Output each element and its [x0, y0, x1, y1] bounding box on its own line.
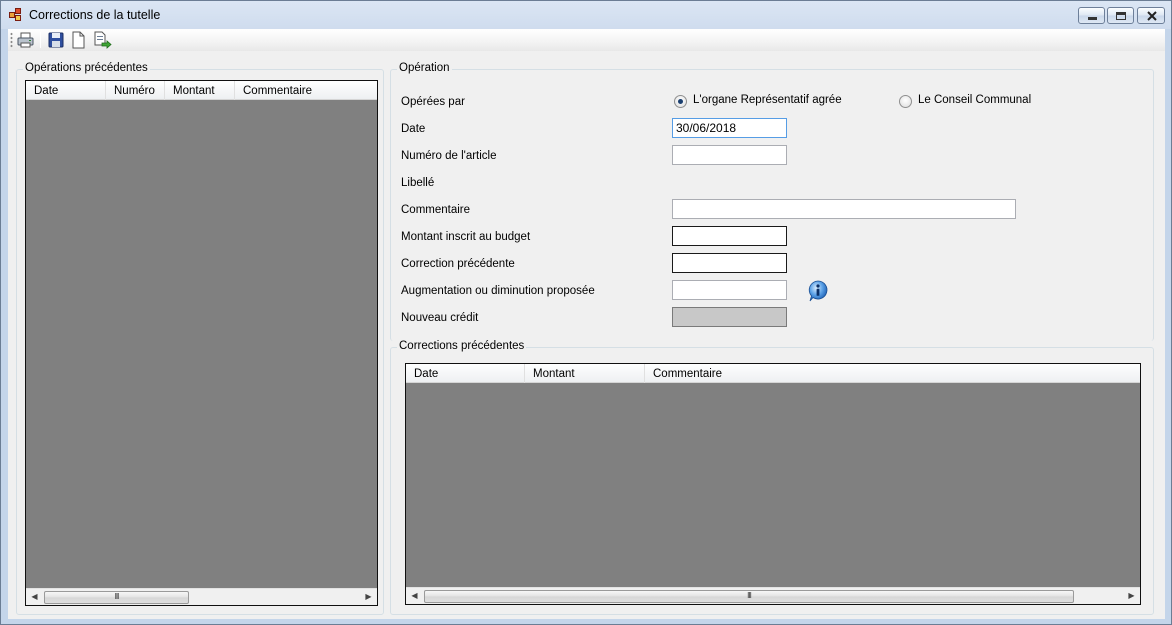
- grid-header: Date Montant Commentaire: [406, 364, 1140, 383]
- previous-corrections-title: Corrections précédentes: [397, 340, 527, 352]
- export-button[interactable]: [92, 30, 112, 50]
- title-bar[interactable]: Corrections de la tutelle: [1, 1, 1171, 29]
- close-button[interactable]: [1137, 7, 1165, 24]
- minimize-icon: [1088, 17, 1097, 20]
- scroll-right-icon[interactable]: ▶: [360, 589, 377, 605]
- app-icon: [9, 8, 23, 22]
- previous-operations-title: Opérations précédentes: [23, 62, 150, 74]
- grid-header: Date Numéro Montant Commentaire: [26, 81, 377, 100]
- previous-correction-label: Correction précédente: [401, 258, 515, 270]
- libelle-label: Libellé: [401, 177, 435, 189]
- horizontal-scrollbar[interactable]: ◀ III ▶: [26, 588, 377, 605]
- radio-organe-representatif-label[interactable]: L'organe Représentatif agrée: [693, 94, 842, 106]
- previous-operations-group: Opérations précédentes Date Numéro Monta…: [16, 62, 384, 615]
- operated-by-label: Opérées par: [401, 96, 465, 108]
- application-window: Corrections de la tutelle Opérations pré…: [0, 0, 1172, 625]
- column-header-commentaire[interactable]: Commentaire: [235, 81, 377, 100]
- new-document-icon: [72, 31, 85, 49]
- column-header-commentaire[interactable]: Commentaire: [645, 364, 1140, 383]
- scroll-left-icon[interactable]: ◀: [406, 588, 423, 604]
- budget-amount-label: Montant inscrit au budget: [401, 231, 531, 243]
- scrollbar-thumb[interactable]: III: [424, 590, 1074, 603]
- new-credit-label: Nouveau crédit: [401, 312, 479, 324]
- radio-organe-representatif[interactable]: [674, 95, 687, 108]
- date-label: Date: [401, 123, 426, 135]
- toolbar: [8, 29, 1165, 51]
- save-button[interactable]: [46, 30, 66, 50]
- column-header-date[interactable]: Date: [26, 81, 106, 100]
- previous-correction-field[interactable]: [672, 253, 787, 273]
- previous-operations-grid[interactable]: Date Numéro Montant Commentaire ◀ III ▶: [25, 80, 378, 606]
- radio-conseil-communal-label[interactable]: Le Conseil Communal: [918, 94, 1031, 106]
- client-area: Opérations précédentes Date Numéro Monta…: [8, 29, 1165, 619]
- column-header-date[interactable]: Date: [406, 364, 525, 383]
- date-field[interactable]: [672, 118, 787, 138]
- article-number-field[interactable]: [672, 145, 787, 165]
- printer-icon: [17, 32, 34, 48]
- minimize-button[interactable]: [1078, 7, 1105, 24]
- maximize-icon: [1116, 12, 1126, 20]
- previous-corrections-grid[interactable]: Date Montant Commentaire ◀ III ▶: [405, 363, 1141, 605]
- window-title: Corrections de la tutelle: [29, 8, 161, 22]
- toolbar-separator: [40, 32, 41, 48]
- article-number-label: Numéro de l'article: [401, 150, 497, 162]
- new-credit-field: [672, 307, 787, 327]
- comment-field[interactable]: [672, 199, 1016, 219]
- budget-amount-field[interactable]: [672, 226, 787, 246]
- maximize-button[interactable]: [1107, 7, 1134, 24]
- toolbar-grip[interactable]: [10, 32, 13, 48]
- previous-corrections-group: Corrections précédentes Date Montant Com…: [390, 340, 1154, 615]
- operation-title: Opération: [397, 62, 452, 74]
- radio-conseil-communal[interactable]: [899, 95, 912, 108]
- scroll-left-icon[interactable]: ◀: [26, 589, 43, 605]
- save-icon: [48, 32, 64, 48]
- column-header-numero[interactable]: Numéro: [106, 81, 165, 100]
- print-button[interactable]: [16, 30, 36, 50]
- scroll-right-icon[interactable]: ▶: [1123, 588, 1140, 604]
- close-icon: [1147, 11, 1157, 21]
- info-icon: [808, 280, 828, 302]
- new-document-button[interactable]: [68, 30, 88, 50]
- column-header-montant[interactable]: Montant: [525, 364, 645, 383]
- column-header-montant[interactable]: Montant: [165, 81, 235, 100]
- horizontal-scrollbar[interactable]: ◀ III ▶: [406, 587, 1140, 604]
- info-button[interactable]: [807, 280, 829, 302]
- proposed-change-field[interactable]: [672, 280, 787, 300]
- comment-label: Commentaire: [401, 204, 471, 216]
- export-icon: [94, 31, 112, 49]
- proposed-change-label: Augmentation ou diminution proposée: [401, 285, 595, 297]
- scrollbar-thumb[interactable]: III: [44, 591, 189, 604]
